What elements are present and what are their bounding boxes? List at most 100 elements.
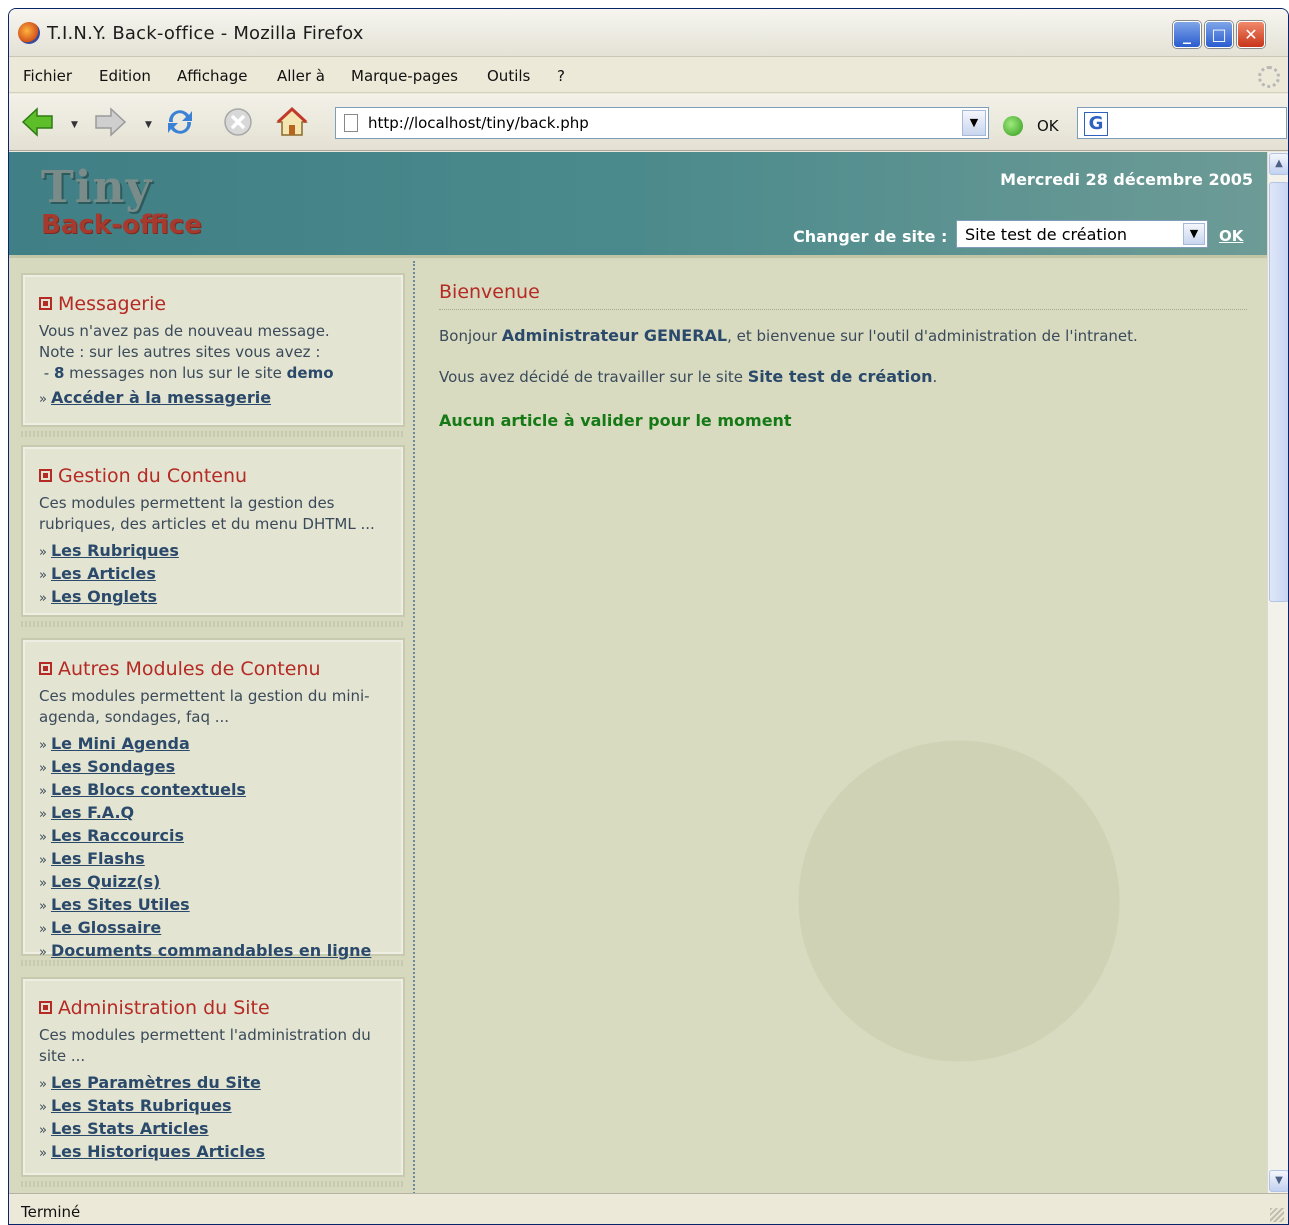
link-glossaire[interactable]: Le Glossaire bbox=[51, 918, 161, 937]
title-divider bbox=[439, 309, 1247, 310]
reload-icon[interactable] bbox=[163, 106, 197, 138]
site-switch-ok-link[interactable]: OK bbox=[1219, 227, 1243, 245]
back-icon[interactable] bbox=[21, 106, 55, 138]
messagerie-note: Note : sur les autres sites vous avez : bbox=[39, 343, 321, 361]
collapse-icon[interactable] bbox=[39, 1001, 52, 1014]
header-date: Mercredi 28 décembre 2005 bbox=[1000, 170, 1253, 189]
go-icon[interactable] bbox=[1003, 116, 1023, 136]
link-row: » Les Sondages bbox=[39, 757, 176, 776]
administration-desc: Ces modules permettent l'administration … bbox=[39, 1026, 371, 1065]
link-row: » Le Glossaire bbox=[39, 918, 162, 937]
link-articles[interactable]: Les Articles bbox=[51, 564, 156, 583]
administration-title: Administration du Site bbox=[39, 997, 387, 1019]
title-bar: T.I.N.Y. Back-office - Mozilla Firefox _… bbox=[9, 9, 1288, 57]
messagerie-panel: Messagerie Vous n'avez pas de nouveau me… bbox=[21, 273, 405, 427]
link-mini-agenda[interactable]: Le Mini Agenda bbox=[51, 734, 190, 753]
link-onglets[interactable]: Les Onglets bbox=[51, 587, 157, 606]
link-row: » Les Stats Articles bbox=[39, 1119, 209, 1138]
page-body: Messagerie Vous n'avez pas de nouveau me… bbox=[9, 261, 1267, 1193]
messagerie-link-row: » Accéder à la messagerie bbox=[39, 388, 272, 407]
forward-icon[interactable] bbox=[93, 106, 127, 138]
site-header: Tiny Back-office Mercredi 28 décembre 20… bbox=[9, 152, 1267, 258]
link-flashs[interactable]: Les Flashs bbox=[51, 849, 145, 868]
link-quizz[interactable]: Les Quizz(s) bbox=[51, 872, 160, 891]
scroll-up-icon[interactable]: ▲ bbox=[1269, 153, 1288, 175]
menu-aller[interactable]: Aller à bbox=[277, 67, 325, 85]
gestion-contenu-title: Gestion du Contenu bbox=[39, 465, 387, 487]
page-icon bbox=[344, 114, 358, 132]
link-stats-articles[interactable]: Les Stats Articles bbox=[51, 1119, 209, 1138]
window-title: T.I.N.Y. Back-office - Mozilla Firefox bbox=[47, 23, 364, 44]
scroll-thumb[interactable] bbox=[1269, 182, 1288, 602]
link-row: » Les Rubriques bbox=[39, 541, 179, 560]
browser-window: T.I.N.Y. Back-office - Mozilla Firefox _… bbox=[8, 8, 1289, 1225]
minimize-button[interactable]: _ bbox=[1173, 21, 1201, 48]
link-sondages[interactable]: Les Sondages bbox=[51, 757, 175, 776]
navigation-toolbar: ▼ ▼ ▼ OK G bbox=[9, 94, 1288, 151]
separator bbox=[21, 1181, 405, 1187]
menu-outils[interactable]: Outils bbox=[487, 67, 530, 85]
collapse-icon[interactable] bbox=[39, 297, 52, 310]
menu-affichage[interactable]: Affichage bbox=[177, 67, 247, 85]
link-faq[interactable]: Les F.A.Q bbox=[51, 803, 134, 822]
menu-bar: Fichier Edition Affichage Aller à Marque… bbox=[9, 58, 1288, 93]
search-box[interactable]: G bbox=[1077, 107, 1287, 139]
vertical-scrollbar[interactable]: ▲ ▼ bbox=[1267, 152, 1288, 1193]
link-row: » Les Blocs contextuels bbox=[39, 780, 246, 799]
url-input[interactable] bbox=[368, 112, 948, 134]
autres-modules-panel: Autres Modules de Contenu Ces modules pe… bbox=[21, 638, 405, 960]
page-title: Bienvenue bbox=[439, 281, 540, 303]
chevron-down-icon[interactable]: ▼ bbox=[1183, 223, 1205, 245]
go-button[interactable]: OK bbox=[1037, 117, 1059, 135]
link-historiques-articles[interactable]: Les Historiques Articles bbox=[51, 1142, 265, 1161]
main-content: Bienvenue Bonjour Administrateur GENERAL… bbox=[429, 261, 1247, 1193]
link-rubriques[interactable]: Les Rubriques bbox=[51, 541, 179, 560]
home-icon[interactable] bbox=[275, 106, 309, 138]
messagerie-link[interactable]: Accéder à la messagerie bbox=[51, 388, 271, 407]
link-row: » Les Quizz(s) bbox=[39, 872, 161, 891]
back-history-icon[interactable]: ▼ bbox=[71, 120, 78, 130]
link-raccourcis[interactable]: Les Raccourcis bbox=[51, 826, 184, 845]
menu-edition[interactable]: Edition bbox=[99, 67, 151, 85]
messagerie-unread: - 8 messages non lus sur le site demo bbox=[39, 364, 334, 382]
link-parametres-site[interactable]: Les Paramètres du Site bbox=[51, 1073, 261, 1092]
collapse-icon[interactable] bbox=[39, 469, 52, 482]
validation-notice: Aucun article à valider pour le moment bbox=[439, 411, 792, 430]
link-blocs-contextuels[interactable]: Les Blocs contextuels bbox=[51, 780, 246, 799]
link-row: » Les Stats Rubriques bbox=[39, 1096, 232, 1115]
gestion-contenu-panel: Gestion du Contenu Ces modules permetten… bbox=[21, 445, 405, 617]
logo-tiny: Tiny bbox=[41, 162, 153, 213]
stop-icon[interactable] bbox=[221, 106, 255, 138]
site-switch-label: Changer de site : bbox=[793, 227, 948, 246]
autres-modules-title: Autres Modules de Contenu bbox=[39, 658, 387, 680]
menu-marque-pages[interactable]: Marque-pages bbox=[351, 67, 458, 85]
collapse-icon[interactable] bbox=[39, 662, 52, 675]
url-history-dropdown[interactable]: ▼ bbox=[962, 110, 986, 136]
link-stats-rubriques[interactable]: Les Stats Rubriques bbox=[51, 1096, 232, 1115]
sidebar: Messagerie Vous n'avez pas de nouveau me… bbox=[9, 261, 415, 1193]
google-icon[interactable]: G bbox=[1084, 112, 1108, 136]
link-row: » Les Raccourcis bbox=[39, 826, 184, 845]
throbber-icon bbox=[1258, 66, 1280, 88]
logo-back-office: Back-office bbox=[41, 210, 202, 240]
messagerie-title: Messagerie bbox=[39, 293, 387, 315]
link-documents-commandables[interactable]: Documents commandables en ligne bbox=[51, 941, 371, 960]
greeting-text: Bonjour Administrateur GENERAL, et bienv… bbox=[439, 326, 1138, 345]
administration-panel: Administration du Site Ces modules perme… bbox=[21, 977, 405, 1177]
site-select[interactable]: Site test de création ▼ bbox=[956, 220, 1208, 248]
forward-history-icon[interactable]: ▼ bbox=[145, 120, 152, 130]
menu-fichier[interactable]: Fichier bbox=[23, 67, 72, 85]
menu-aide[interactable]: ? bbox=[557, 67, 565, 85]
close-button[interactable]: ✕ bbox=[1237, 21, 1265, 48]
resize-grip-icon[interactable] bbox=[1270, 1208, 1284, 1222]
address-bar[interactable]: ▼ bbox=[335, 107, 989, 139]
link-row: » Les Flashs bbox=[39, 849, 145, 868]
scroll-down-icon[interactable]: ▼ bbox=[1269, 1170, 1288, 1192]
autres-modules-desc: Ces modules permettent la gestion du min… bbox=[39, 687, 370, 726]
link-row: » Les F.A.Q bbox=[39, 803, 135, 822]
link-row: » Les Onglets bbox=[39, 587, 158, 606]
separator bbox=[21, 431, 405, 437]
gestion-contenu-desc: Ces modules permettent la gestion des ru… bbox=[39, 494, 375, 533]
maximize-button[interactable]: □ bbox=[1205, 21, 1233, 48]
link-sites-utiles[interactable]: Les Sites Utiles bbox=[51, 895, 190, 914]
